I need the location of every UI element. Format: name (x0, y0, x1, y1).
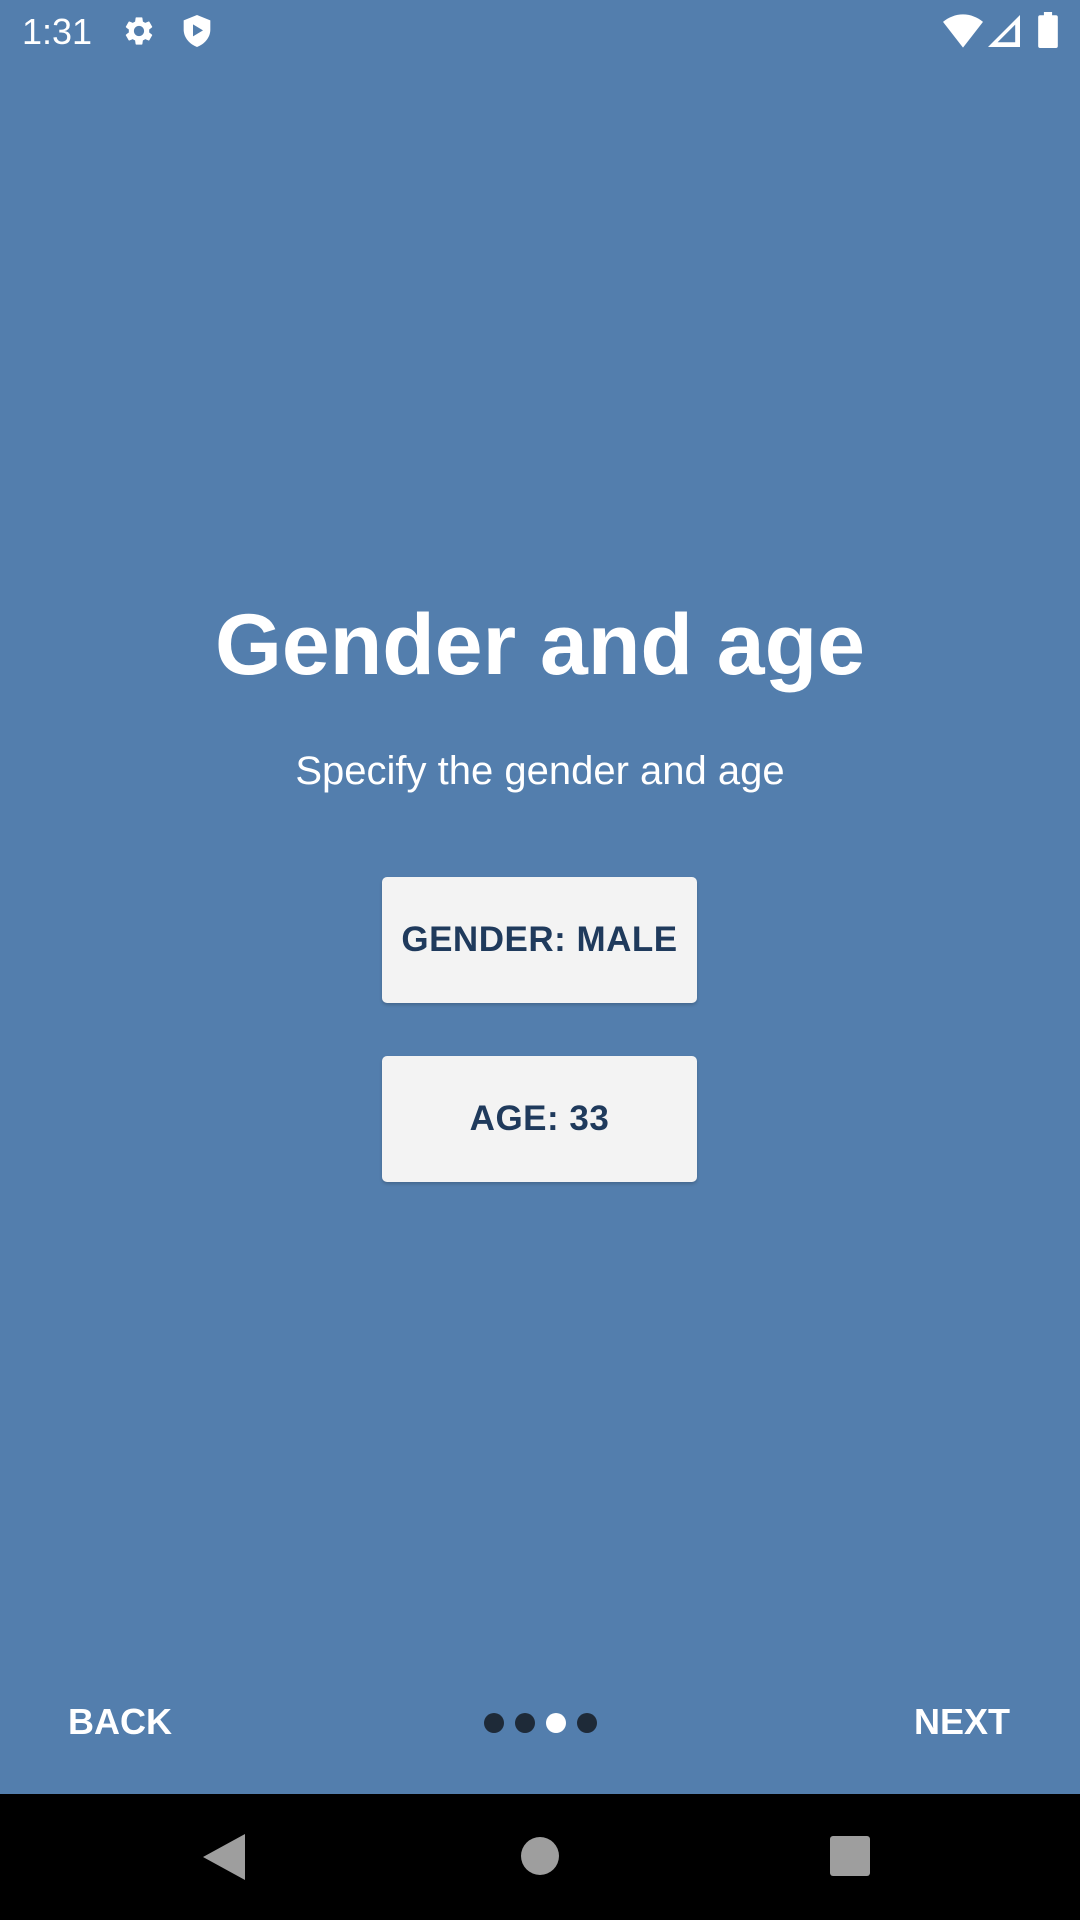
next-button[interactable]: NEXT (914, 1698, 1010, 1746)
gear-icon (125, 17, 153, 45)
page-dot-1 (484, 1713, 504, 1733)
status-time: 1:31 (22, 11, 93, 52)
gender-button[interactable]: GENDER: MALE (382, 877, 697, 1003)
signal-icon (988, 15, 1020, 47)
page-indicator (484, 1713, 597, 1733)
page-subtitle: Specify the gender and age (295, 749, 785, 793)
recents-square-icon[interactable] (830, 1836, 870, 1876)
back-button[interactable]: BACK (68, 1698, 172, 1746)
wifi-icon (943, 14, 983, 48)
home-circle-icon[interactable] (520, 1836, 560, 1876)
onboarding-screen: 1:31 Gender and age Specify the gender a… (0, 0, 1080, 1920)
back-triangle-icon[interactable] (203, 1834, 245, 1880)
page-title: Gender and age (215, 597, 865, 693)
page-dot-4 (577, 1713, 597, 1733)
page-dot-3-active (546, 1713, 566, 1733)
battery-icon (1038, 12, 1058, 48)
system-navigation-bar (0, 1794, 1080, 1920)
shield-icon (183, 15, 211, 47)
status-bar: 1:31 (0, 0, 1080, 63)
age-button[interactable]: AGE: 33 (382, 1056, 697, 1182)
page-dot-2 (515, 1713, 535, 1733)
